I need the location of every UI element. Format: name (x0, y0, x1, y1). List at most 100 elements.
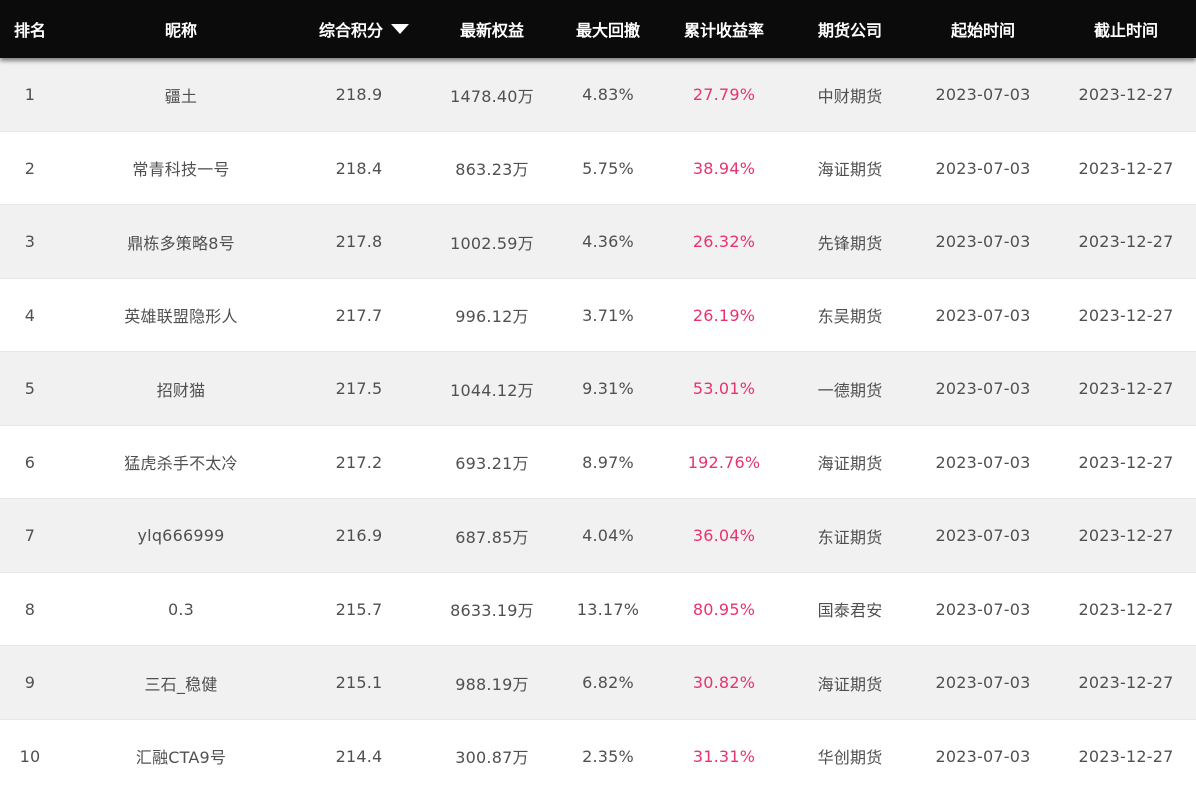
nickname-cell[interactable]: 招财猫 (60, 377, 302, 401)
broker-cell: 海证期货 (817, 454, 883, 474)
end-date-cell: 2023-12-27 (1078, 305, 1174, 325)
max-drawdown-cell: 4.83% (582, 85, 634, 105)
table-row[interactable]: 1 疆土 218.9 1478.40万 4.83% 27.79% 中财期货 2023-07-0… (0, 58, 1196, 132)
score-cell: 218.4 (335, 158, 383, 178)
score-cell: 217.2 (335, 452, 383, 472)
equity-cell: 1478.40万 (450, 86, 534, 106)
score-cell: 217.7 (335, 305, 383, 325)
header-rank[interactable]: 排名 (0, 0, 60, 58)
start-date-cell: 2023-07-03 (935, 232, 1031, 252)
max-drawdown-cell: 4.04% (582, 526, 634, 546)
broker-cell: 海证期货 (817, 160, 883, 180)
score-cell: 215.7 (335, 599, 383, 619)
score-cell: 214.4 (335, 746, 383, 766)
cum-return-cell: 80.95% (692, 599, 756, 619)
table-row[interactable]: 9 三石_稳健 215.1 988.19万 6.82% 30.82% 海证期货 2023-07… (0, 646, 1196, 720)
start-date-cell: 2023-07-03 (935, 305, 1031, 325)
broker-cell: 华创期货 (817, 748, 883, 768)
header-end-date[interactable]: 截止时间 (1056, 0, 1196, 58)
rank-cell: 3 (24, 232, 36, 252)
table-body: 1 疆土 218.9 1478.40万 4.83% 27.79% 中财期货 2023-07-0… (0, 58, 1196, 791)
broker-cell: 中财期货 (817, 86, 883, 106)
nickname-cell[interactable]: 疆土 (60, 83, 302, 107)
cum-return-cell: 36.04% (692, 526, 756, 546)
sort-desc-icon[interactable] (391, 24, 409, 34)
max-drawdown-cell: 6.82% (582, 673, 634, 693)
cum-return-cell: 53.01% (692, 379, 756, 399)
start-date-cell: 2023-07-03 (935, 526, 1031, 546)
nickname-cell[interactable]: ylq666999 (60, 526, 302, 545)
header-broker[interactable]: 期货公司 (790, 0, 910, 58)
nickname-cell[interactable]: 猛虎杀手不太冷 (60, 450, 302, 475)
nickname-cell[interactable]: 英雄联盟隐形人 (60, 303, 302, 328)
table-row[interactable]: 8 0.3 215.7 8633.19万 13.17% 80.95% 国泰君安 2023-07… (0, 572, 1196, 646)
equity-cell: 300.87万 (455, 748, 529, 768)
max-drawdown-cell: 2.35% (582, 746, 634, 766)
broker-cell: 国泰君安 (817, 601, 883, 621)
broker-cell: 海证期货 (817, 674, 883, 694)
header-start-date[interactable]: 起始时间 (910, 0, 1056, 58)
nickname-cell[interactable]: 常青科技一号 (60, 156, 302, 181)
cum-return-cell: 27.79% (692, 85, 756, 105)
nickname-cell[interactable]: 鼎栋多策略8号 (60, 230, 302, 254)
header-score[interactable]: 综合积分 (302, 0, 426, 58)
table-row[interactable]: 5 招财猫 217.5 1044.12万 9.31% 53.01% 一德期货 2023-07-… (0, 352, 1196, 426)
header-equity[interactable]: 最新权益 (426, 0, 558, 58)
score-cell: 217.8 (335, 232, 383, 252)
table-row[interactable]: 7 ylq666999 216.9 687.85万 4.04% 36.04% 东证期货 202… (0, 499, 1196, 573)
equity-cell: 863.23万 (455, 160, 529, 180)
max-drawdown-cell: 5.75% (582, 158, 634, 178)
table-row[interactable]: 2 常青科技一号 218.4 863.23万 5.75% 38.94% 海证期货 2023-0… (0, 131, 1196, 205)
rank-cell: 8 (24, 599, 36, 619)
header-max-drawdown[interactable]: 最大回撤 (558, 0, 658, 58)
max-drawdown-cell: 9.31% (582, 379, 634, 399)
max-drawdown-cell: 4.36% (582, 232, 634, 252)
end-date-cell: 2023-12-27 (1078, 526, 1174, 546)
header-cum-return[interactable]: 累计收益率 (658, 0, 790, 58)
equity-cell: 996.12万 (455, 307, 529, 327)
table-row[interactable]: 10 汇融CTA9号 214.4 300.87万 2.35% 31.31% 华创期货 2023… (0, 719, 1196, 791)
header-nickname[interactable]: 昵称 (60, 0, 302, 58)
cum-return-cell: 38.94% (692, 158, 756, 178)
equity-cell: 693.21万 (455, 454, 529, 474)
score-cell: 216.9 (335, 526, 383, 546)
rank-cell: 10 (19, 746, 41, 766)
end-date-cell: 2023-12-27 (1078, 232, 1174, 252)
table-row[interactable]: 3 鼎栋多策略8号 217.8 1002.59万 4.36% 26.32% 先锋期货 2023… (0, 205, 1196, 279)
table-row[interactable]: 6 猛虎杀手不太冷 217.2 693.21万 8.97% 192.76% 海证期货 2023… (0, 425, 1196, 499)
score-cell: 218.9 (335, 85, 383, 105)
end-date-cell: 2023-12-27 (1078, 158, 1174, 178)
max-drawdown-cell: 13.17% (576, 599, 640, 619)
broker-cell: 先锋期货 (817, 233, 883, 253)
cum-return-cell: 26.32% (692, 232, 756, 252)
ranking-table: 排名 昵称 综合积分 最新权益 最大回撤 累计收益率 期货公司 起始时间 截止时… (0, 0, 1196, 791)
cum-return-cell: 31.31% (692, 746, 756, 766)
rank-cell: 1 (24, 85, 36, 105)
end-date-cell: 2023-12-27 (1078, 599, 1174, 619)
broker-cell: 东证期货 (817, 527, 883, 547)
start-date-cell: 2023-07-03 (935, 599, 1031, 619)
max-drawdown-cell: 3.71% (582, 305, 634, 325)
nickname-cell[interactable]: 三石_稳健 (60, 671, 302, 695)
end-date-cell: 2023-12-27 (1078, 673, 1174, 693)
rank-cell: 5 (24, 379, 36, 399)
equity-cell: 1044.12万 (450, 380, 534, 400)
start-date-cell: 2023-07-03 (935, 158, 1031, 178)
cum-return-cell: 26.19% (692, 305, 756, 325)
rank-cell: 7 (24, 526, 36, 546)
score-cell: 215.1 (335, 673, 383, 693)
equity-cell: 687.85万 (455, 527, 529, 547)
nickname-cell[interactable]: 汇融CTA9号 (60, 744, 302, 769)
equity-cell: 1002.59万 (450, 233, 534, 253)
rank-cell: 6 (24, 452, 36, 472)
table-header: 排名 昵称 综合积分 最新权益 最大回撤 累计收益率 期货公司 起始时间 截止时… (0, 0, 1196, 58)
end-date-cell: 2023-12-27 (1078, 379, 1174, 399)
nickname-cell[interactable]: 0.3 (60, 599, 302, 619)
end-date-cell: 2023-12-27 (1078, 746, 1174, 766)
table-row[interactable]: 4 英雄联盟隐形人 217.7 996.12万 3.71% 26.19% 东吴期货 2023-… (0, 278, 1196, 352)
rank-cell: 4 (24, 305, 36, 325)
cum-return-cell: 30.82% (692, 673, 756, 693)
end-date-cell: 2023-12-27 (1078, 85, 1174, 105)
score-cell: 217.5 (335, 379, 383, 399)
start-date-cell: 2023-07-03 (935, 379, 1031, 399)
